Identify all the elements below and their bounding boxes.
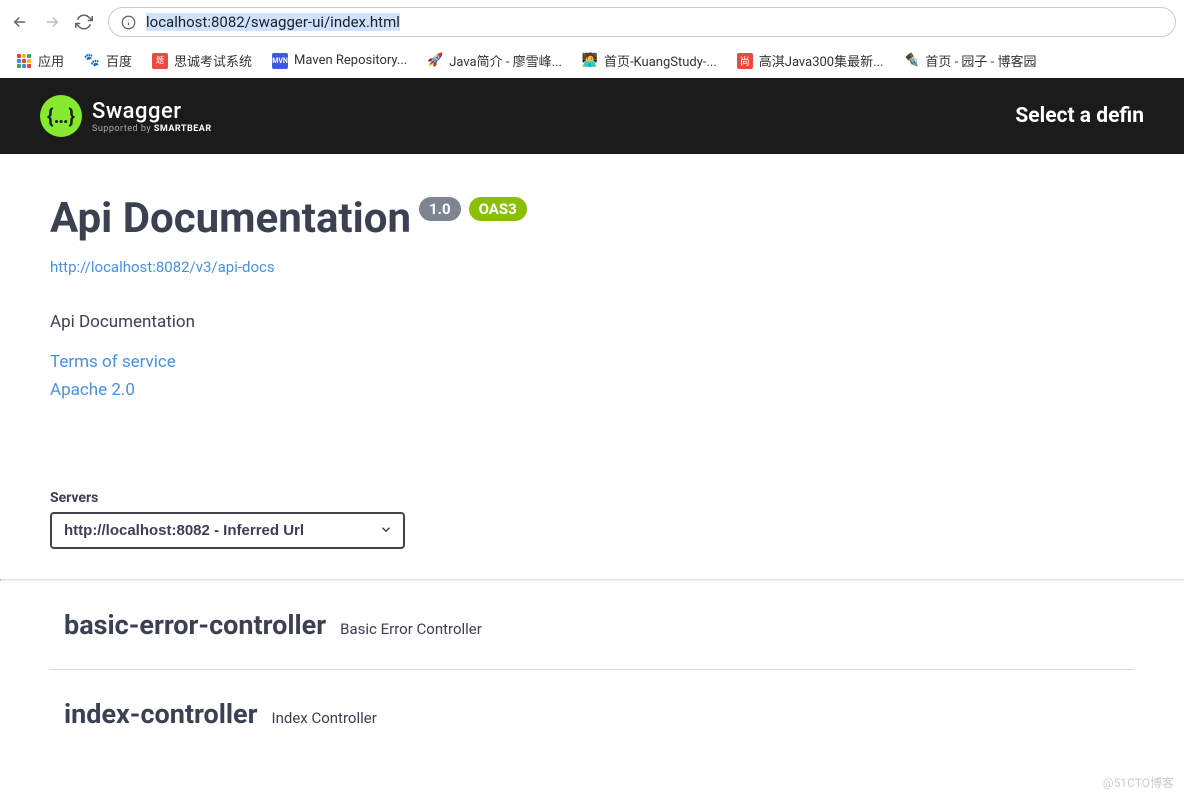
bookmark-label: 首页-KuangStudy-... xyxy=(604,51,717,70)
cnblogs-icon: ✒️ xyxy=(903,53,919,69)
bookmark-java-liao[interactable]: 🚀 Java简介 - 廖雪峰... xyxy=(419,47,570,74)
apps-label: 应用 xyxy=(38,51,64,70)
servers-section: Servers http://localhost:8082 - Inferred… xyxy=(0,490,1184,579)
bookmark-baidu[interactable]: 🐾 百度 xyxy=(76,47,140,74)
rocket-icon: 🚀 xyxy=(427,53,443,69)
shang-icon: 尚 xyxy=(737,53,753,69)
servers-select[interactable]: http://localhost:8082 - Inferred Url xyxy=(50,512,405,549)
oas-badge: OAS3 xyxy=(469,197,527,221)
controllers-list: basic-error-controller Basic Error Contr… xyxy=(0,581,1184,758)
reload-button[interactable] xyxy=(72,10,96,34)
bookmark-sicheng[interactable]: 题 思诚考试系统 xyxy=(144,47,260,74)
api-title: Api Documentation xyxy=(50,194,411,243)
url-text: localhost:8082/swagger-ui/index.html xyxy=(146,13,400,31)
controller-name: index-controller xyxy=(64,698,258,730)
controller-basic-error[interactable]: basic-error-controller Basic Error Contr… xyxy=(50,581,1134,670)
browser-toolbar: localhost:8082/swagger-ui/index.html xyxy=(0,0,1184,44)
bookmark-kuangstudy[interactable]: 🧑‍💻 首页-KuangStudy-... xyxy=(574,47,725,74)
controller-index[interactable]: index-controller Index Controller xyxy=(50,670,1134,758)
bookmarks-bar: 应用 🐾 百度 题 思诚考试系统 MVN Maven Repository...… xyxy=(0,44,1184,78)
controller-name: basic-error-controller xyxy=(64,609,326,641)
bookmark-label: Java简介 - 廖雪峰... xyxy=(449,51,562,70)
bookmark-label: 首页 - 园子 - 博客园 xyxy=(925,51,1036,70)
api-description: Api Documentation xyxy=(50,312,1134,332)
servers-label: Servers xyxy=(50,490,1134,506)
bookmark-label: 百度 xyxy=(106,51,132,70)
maven-icon: MVN xyxy=(272,53,288,69)
forward-button[interactable] xyxy=(40,10,64,34)
swagger-logo[interactable]: {…} Swagger Supported by SMARTBEAR xyxy=(40,95,212,137)
kuang-icon: 🧑‍💻 xyxy=(582,53,598,69)
info-section: Api Documentation 1.0 OAS3 http://localh… xyxy=(0,154,1184,400)
version-badge: 1.0 xyxy=(419,197,461,221)
apps-icon xyxy=(16,53,32,69)
site-info-icon[interactable] xyxy=(121,15,136,30)
bookmark-shang[interactable]: 尚 高淇Java300集最新... xyxy=(729,47,892,74)
controller-desc: Basic Error Controller xyxy=(340,620,482,638)
terms-of-service-link[interactable]: Terms of service xyxy=(50,352,1134,372)
back-button[interactable] xyxy=(8,10,32,34)
bookmark-maven[interactable]: MVN Maven Repository... xyxy=(264,49,415,73)
swagger-brand-text: Swagger xyxy=(92,99,212,124)
bookmark-label: Maven Repository... xyxy=(294,53,407,68)
swagger-icon: {…} xyxy=(40,95,82,137)
sicheng-icon: 题 xyxy=(152,53,168,69)
swagger-supported-by: Supported by SMARTBEAR xyxy=(92,124,212,134)
controller-desc: Index Controller xyxy=(272,709,377,727)
select-definition-label: Select a defin xyxy=(1015,104,1144,128)
watermark: @51CTO博客 xyxy=(1103,774,1174,791)
license-link[interactable]: Apache 2.0 xyxy=(50,380,1134,400)
bookmark-cnblogs[interactable]: ✒️ 首页 - 园子 - 博客园 xyxy=(895,47,1044,74)
api-docs-link[interactable]: http://localhost:8082/v3/api-docs xyxy=(50,258,275,276)
apps-bookmark[interactable]: 应用 xyxy=(8,47,72,74)
baidu-icon: 🐾 xyxy=(84,53,100,69)
bookmark-label: 思诚考试系统 xyxy=(174,51,252,70)
address-bar[interactable]: localhost:8082/swagger-ui/index.html xyxy=(108,7,1176,37)
bookmark-label: 高淇Java300集最新... xyxy=(759,51,884,70)
swagger-header: {…} Swagger Supported by SMARTBEAR Selec… xyxy=(0,78,1184,154)
